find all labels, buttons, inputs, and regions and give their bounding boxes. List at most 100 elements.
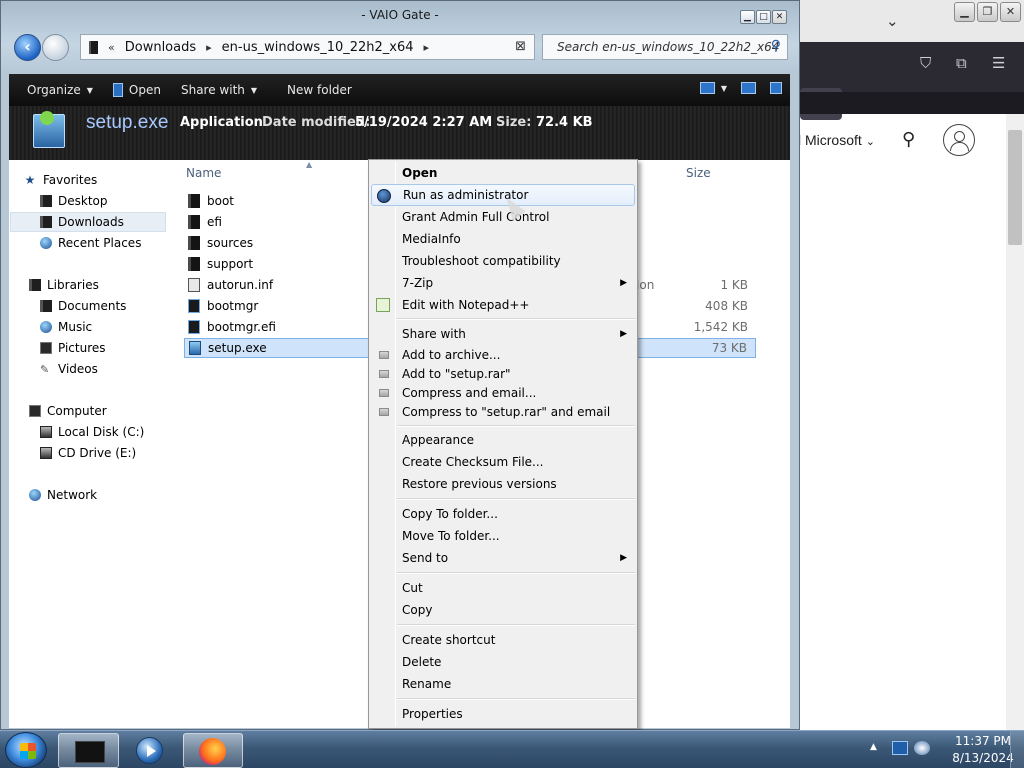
taskbar-media-player-button[interactable] (127, 733, 173, 768)
menu-item-delete[interactable]: Delete (371, 651, 635, 673)
organize-button[interactable]: Organize ▼ (9, 74, 103, 106)
browser-scroll-thumb[interactable] (1008, 130, 1022, 245)
nav-libraries[interactable]: Libraries (29, 275, 99, 295)
menu-item-restore-versions[interactable]: Restore previous versions (371, 473, 635, 495)
menu-item-cut[interactable]: Cut (371, 577, 635, 599)
menu-separator (397, 624, 635, 626)
extensions-icon[interactable]: ⧉ (956, 54, 967, 72)
forward-button[interactable] (42, 34, 69, 61)
address-bar[interactable]: « Downloads ▸ en-us_windows_10_22h2_x64 … (80, 34, 535, 60)
account-avatar-icon[interactable] (943, 124, 975, 156)
help-icon[interactable] (770, 82, 782, 94)
menu-item-properties[interactable]: Properties (371, 703, 635, 725)
volume-icon[interactable] (914, 741, 930, 755)
menu-item-copy[interactable]: Copy (371, 599, 635, 621)
caret-down-icon[interactable]: ▼ (721, 84, 727, 93)
nav-downloads[interactable]: Downloads (40, 212, 124, 232)
pictures-icon (40, 342, 52, 354)
tray-overflow-icon[interactable]: ▲ (870, 742, 877, 752)
menu-item-copy-to-folder[interactable]: Copy To folder... (371, 503, 635, 525)
taskbar-explorer-button[interactable] (58, 733, 119, 768)
nav-computer[interactable]: Computer (29, 401, 107, 421)
menu-item-move-to-folder[interactable]: Move To folder... (371, 525, 635, 547)
winrar-icon (379, 389, 389, 397)
nav-cd-drive[interactable]: CD Drive (E:) (40, 443, 136, 463)
breadcrumb-separator-icon[interactable]: ▸ (206, 41, 212, 54)
menu-item-notepadpp[interactable]: Edit with Notepad++ (371, 294, 635, 316)
folder-icon (188, 215, 200, 229)
menu-icon[interactable]: ☰ (992, 54, 1005, 72)
menu-item-send-to[interactable]: Send to ▶ (371, 547, 635, 569)
clock-time[interactable]: 11:37 PM (948, 734, 1018, 748)
setup-exe-icon (189, 341, 201, 355)
sort-caret-icon: ▲ (306, 160, 313, 169)
nav-recent-places[interactable]: Recent Places (40, 233, 141, 253)
search-input[interactable]: Search en-us_windows_10_22h2_x64 ⚲ (542, 34, 788, 60)
library-icon (29, 279, 41, 291)
file-size: 1,542 KB (693, 320, 748, 334)
back-button[interactable]: ‹ (14, 34, 41, 61)
refresh-icon[interactable]: ⊠ (515, 39, 526, 54)
maximize-icon[interactable]: □ (756, 10, 771, 24)
window-controls: ▁ □ ✕ (740, 10, 787, 24)
nav-music[interactable]: Music (40, 317, 92, 337)
preview-pane-icon[interactable] (741, 82, 756, 94)
menu-item-troubleshoot[interactable]: Troubleshoot compatibility (371, 250, 635, 272)
nav-desktop[interactable]: Desktop (40, 191, 108, 211)
show-desktop-button[interactable] (1010, 731, 1024, 768)
open-button[interactable]: Open (103, 74, 171, 106)
winrar-icon (379, 351, 389, 359)
menu-separator (397, 698, 635, 700)
menu-item-create-shortcut[interactable]: Create shortcut (371, 629, 635, 651)
menu-item-open[interactable]: Open (371, 162, 635, 184)
column-header-name[interactable]: Name (186, 166, 221, 180)
clock-date[interactable]: 8/13/2024 (948, 751, 1018, 765)
change-view-icon[interactable] (699, 82, 715, 94)
network-icon (29, 489, 41, 501)
search-icon[interactable]: ⚲ (902, 129, 915, 150)
nav-network[interactable]: Network (29, 485, 97, 505)
detail-file-type: Application (180, 115, 263, 130)
close-icon[interactable]: ✕ (1000, 2, 1021, 22)
menu-item-compress-rar-email[interactable]: Compress to "setup.rar" and email (371, 401, 635, 423)
pocket-icon[interactable]: ⛉ (920, 54, 931, 72)
browser-window-controls: ▁ ❐ ✕ (954, 2, 1021, 22)
breadcrumb-current[interactable]: en-us_windows_10_22h2_x64 (222, 40, 414, 55)
breadcrumb-downloads[interactable]: Downloads (125, 40, 196, 55)
breadcrumb-overflow[interactable]: « (108, 41, 115, 54)
restore-icon[interactable]: ❐ (977, 2, 998, 22)
nav-videos[interactable]: ✎ Videos (40, 359, 98, 379)
command-bar: Organize ▼ Open Share with ▼ New folder ▼ (9, 74, 790, 106)
nav-favorites[interactable]: ★ Favorites (23, 170, 98, 190)
browser-header-link[interactable]: l Microsoft ⌄ (798, 132, 875, 148)
share-with-button[interactable]: Share with ▼ (171, 74, 267, 106)
menu-item-appearance[interactable]: Appearance (371, 429, 635, 451)
column-header-size[interactable]: Size (686, 166, 711, 180)
menu-item-7zip[interactable]: 7-Zip ▶ (371, 272, 635, 294)
breadcrumb-separator-icon[interactable]: ▸ (424, 41, 430, 54)
nav-local-disk[interactable]: Local Disk (C:) (40, 422, 144, 442)
star-icon: ★ (24, 173, 36, 187)
recent-places-icon (40, 237, 52, 249)
menu-item-rename[interactable]: Rename (371, 673, 635, 695)
menu-separator (397, 425, 635, 427)
computer-icon (29, 405, 41, 417)
close-icon[interactable]: ✕ (772, 10, 787, 24)
minimize-icon[interactable]: ▁ (740, 10, 755, 24)
nav-documents[interactable]: Documents (40, 296, 126, 316)
menu-item-checksum[interactable]: Create Checksum File... (371, 451, 635, 473)
winrar-icon (379, 408, 389, 416)
network-status-icon[interactable] (892, 741, 908, 755)
menu-item-grant-admin[interactable]: Grant Admin Full Control (371, 206, 635, 228)
minimize-icon[interactable]: ▁ (954, 2, 975, 22)
menu-item-share-with[interactable]: Share with ▶ (371, 323, 635, 345)
notepadpp-icon (376, 298, 390, 312)
nav-pictures[interactable]: Pictures (40, 338, 106, 358)
start-button[interactable] (5, 732, 47, 768)
search-icon[interactable]: ⚲ (771, 38, 781, 54)
taskbar-firefox-button[interactable] (183, 733, 243, 768)
chevron-down-icon[interactable]: ⌄ (886, 12, 899, 30)
menu-item-mediainfo[interactable]: MediaInfo (371, 228, 635, 250)
new-folder-button[interactable]: New folder (267, 74, 362, 106)
detail-filename: setup.exe (86, 112, 169, 133)
